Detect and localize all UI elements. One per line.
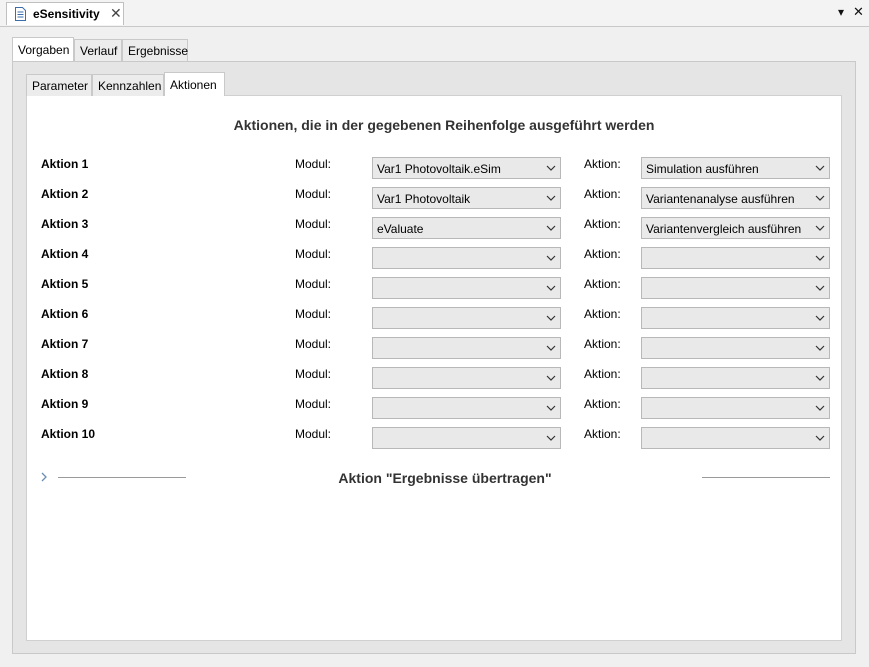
document-icon [15,7,26,21]
chevron-down-icon [815,165,825,171]
modul-dropdown[interactable] [372,427,561,449]
action-row-label: Aktion 5 [41,277,89,291]
chevron-down-icon [546,165,556,171]
chevron-down-icon [815,345,825,351]
chevron-down-icon [546,405,556,411]
tab-ergebnisse[interactable]: Ergebnisse [122,39,188,61]
aktion-dropdown[interactable] [641,337,830,359]
aktion-dropdown[interactable] [641,247,830,269]
aktion-dropdown[interactable] [641,277,830,299]
aktion-label: Aktion: [584,337,621,351]
action-row-label: Aktion 2 [41,187,89,201]
action-row-label: Aktion 8 [41,367,89,381]
aktion-dropdown[interactable]: Variantenvergleich ausführen [641,217,830,239]
modul-label: Modul: [295,157,332,171]
modul-label: Modul: [295,427,332,441]
modul-label: Modul: [295,187,332,201]
section-ergebnisse-uebertragen[interactable]: Aktion "Ergebnisse übertragen" [40,468,830,488]
modul-value: Var1 Photovoltaik.eSim [377,162,501,176]
action-row-label: Aktion 7 [41,337,89,351]
modul-value: eValuate [377,222,424,236]
aktion-label: Aktion: [584,247,621,261]
aktion-dropdown[interactable]: Variantenanalyse ausführen [641,187,830,209]
modul-dropdown[interactable] [372,307,561,329]
modul-dropdown[interactable] [372,397,561,419]
close-tab-icon[interactable]: ✕ [110,5,122,22]
action-row-label: Aktion 4 [41,247,89,261]
aktion-value: Variantenanalyse ausführen [646,192,795,206]
modul-label: Modul: [295,277,332,291]
tab-vorgaben[interactable]: Vorgaben [12,37,74,61]
modul-dropdown[interactable]: eValuate [372,217,561,239]
aktion-dropdown[interactable] [641,397,830,419]
aktion-value: Simulation ausführen [646,162,759,176]
aktion-label: Aktion: [584,427,621,441]
action-row-label: Aktion 6 [41,307,89,321]
chevron-down-icon [546,195,556,201]
page-heading: Aktionen, die in der gegebenen Reihenfol… [233,117,655,133]
aktion-dropdown[interactable] [641,307,830,329]
modul-dropdown[interactable]: Var1 Photovoltaik.eSim [372,157,561,179]
aktion-label: Aktion: [584,397,621,411]
modul-label: Modul: [295,367,332,381]
modul-dropdown[interactable] [372,337,561,359]
chevron-down-icon [815,375,825,381]
aktion-value: Variantenvergleich ausführen [646,222,802,236]
tab-aktionen[interactable]: Aktionen [164,72,225,96]
chevron-down-icon [546,345,556,351]
modul-dropdown[interactable] [372,247,561,269]
chevron-down-icon [546,285,556,291]
chevron-down-icon [546,435,556,441]
chevron-down-icon [815,435,825,441]
action-row-label: Aktion 3 [41,217,89,231]
tab-verlauf[interactable]: Verlauf [74,39,122,61]
chevron-down-icon [815,225,825,231]
chevron-right-icon[interactable] [40,471,48,483]
chevron-down-icon [546,315,556,321]
aktion-dropdown[interactable]: Simulation ausführen [641,157,830,179]
modul-dropdown[interactable] [372,367,561,389]
title-bar: eSensitivity ✕ ▾ ✕ [0,0,869,27]
aktion-label: Aktion: [584,307,621,321]
document-tab[interactable]: eSensitivity ✕ [6,2,124,25]
modul-value: Var1 Photovoltaik [377,192,471,206]
action-row-label: Aktion 10 [41,427,96,441]
section-title: Aktion "Ergebnisse übertragen" [338,470,552,486]
aktion-label: Aktion: [584,187,621,201]
modul-label: Modul: [295,307,332,321]
modul-label: Modul: [295,247,332,261]
section-divider-left [58,477,186,478]
section-divider-right [702,477,830,478]
close-view-icon[interactable]: ✕ [853,4,864,20]
modul-label: Modul: [295,217,332,231]
modul-dropdown[interactable] [372,277,561,299]
tab-parameter[interactable]: Parameter [26,74,92,96]
aktion-label: Aktion: [584,277,621,291]
aktion-dropdown[interactable] [641,427,830,449]
modul-label: Modul: [295,337,332,351]
action-row-label: Aktion 1 [41,157,89,171]
chevron-down-icon [815,405,825,411]
aktion-dropdown[interactable] [641,367,830,389]
chevron-down-icon [815,315,825,321]
chevron-down-icon [546,375,556,381]
chevron-down-icon [815,195,825,201]
chevron-down-icon [815,255,825,261]
aktion-label: Aktion: [584,217,621,231]
document-title: eSensitivity [33,7,100,21]
action-row-label: Aktion 9 [41,397,89,411]
tab-kennzahlen[interactable]: Kennzahlen [92,74,164,96]
modul-dropdown[interactable]: Var1 Photovoltaik [372,187,561,209]
chevron-down-icon [815,285,825,291]
chevron-down-icon [546,255,556,261]
modul-label: Modul: [295,397,332,411]
aktion-label: Aktion: [584,157,621,171]
view-menu-icon[interactable]: ▾ [838,5,844,19]
chevron-down-icon [546,225,556,231]
aktion-label: Aktion: [584,367,621,381]
